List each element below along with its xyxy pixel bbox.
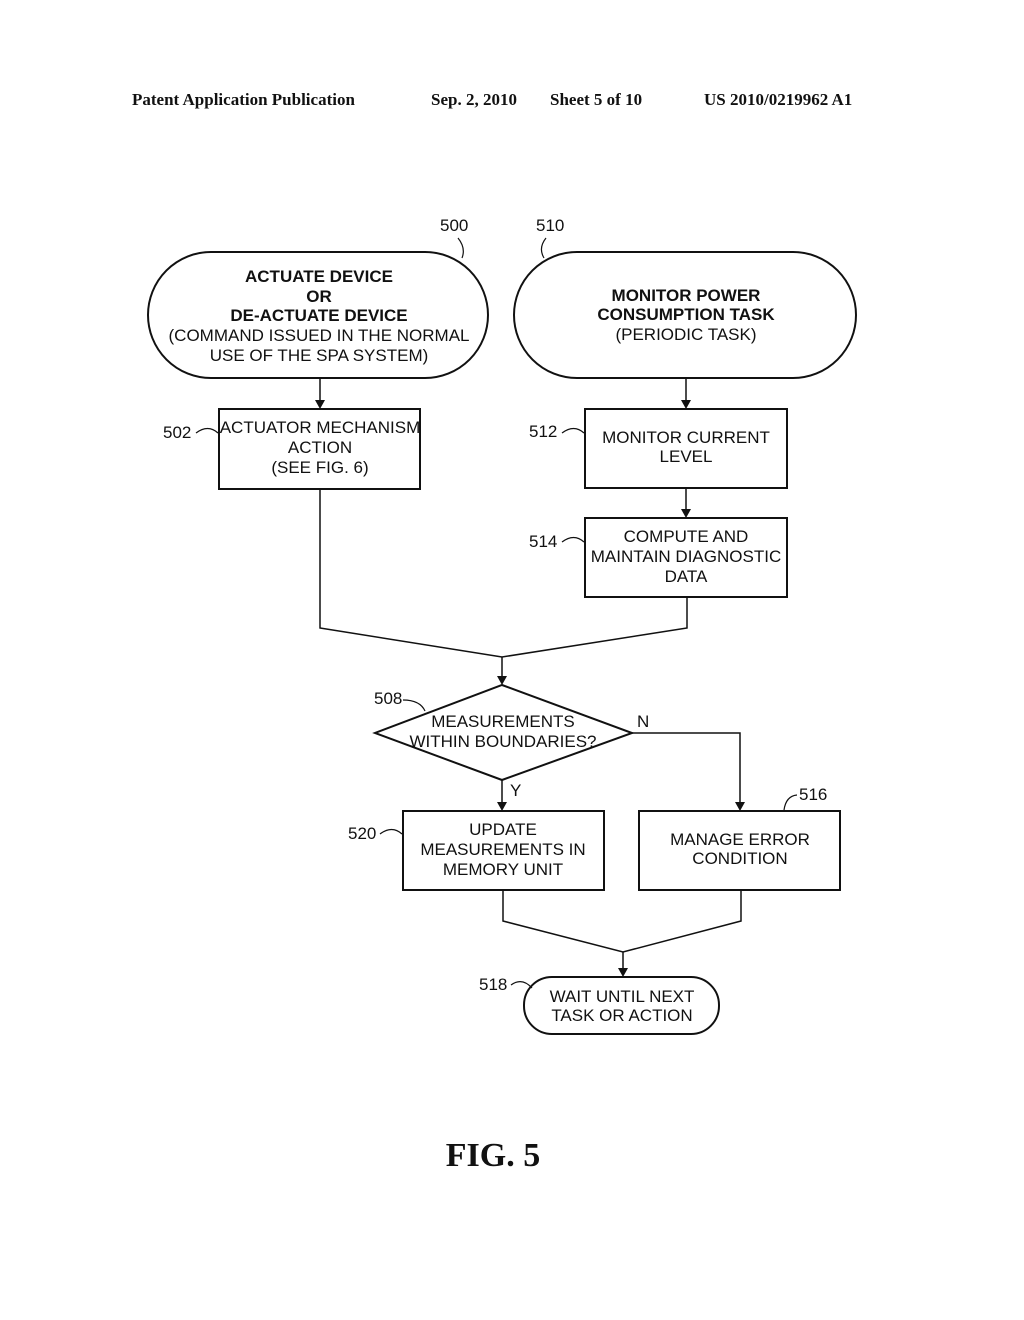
node-text: (PERIODIC TASK) [615, 325, 756, 344]
arrow-head [315, 400, 325, 409]
flowchart: ACTUATE DEVICE OR DE-ACTUATE DEVICE (COM… [147, 216, 857, 1174]
node-text: CONSUMPTION TASK [597, 305, 775, 324]
node-512-monitor-current: MONITOR CURRENT LEVEL [584, 408, 788, 489]
node-text: MAINTAIN DIAGNOSTIC [591, 547, 781, 566]
leader-line [379, 828, 403, 835]
node-text: (SEE FIG. 6) [271, 458, 368, 477]
no-connector [632, 732, 741, 803]
leader-line [510, 981, 533, 989]
ref-label-502: 502 [163, 423, 191, 442]
ref-label-514: 514 [529, 532, 557, 551]
node-502-actuator-mechanism: ACTUATOR MECHANISM ACTION (SEE FIG. 6) [218, 408, 421, 490]
node-text: COMPUTE AND [624, 527, 749, 546]
arrow-head [497, 676, 507, 685]
arrow-head [681, 509, 691, 518]
leader-line [561, 427, 585, 434]
arrow-head [681, 400, 691, 409]
node-text: DATA [665, 567, 708, 586]
node-510-monitor-power: MONITOR POWER CONSUMPTION TASK (PERIODIC… [513, 251, 857, 379]
arrow-head [497, 802, 507, 811]
node-text: CONDITION [692, 849, 787, 868]
node-text: LEVEL [660, 447, 713, 466]
arrow-head [618, 968, 628, 977]
node-508-decision: MEASUREMENTS WITHIN BOUNDARIES? [372, 683, 635, 782]
node-text: ACTUATE DEVICE [245, 267, 393, 286]
merge-connector [502, 890, 742, 953]
node-text: MEASUREMENTS IN [420, 840, 585, 859]
leader-line [540, 237, 547, 259]
ref-label-516: 516 [799, 785, 827, 804]
leader-line [457, 237, 464, 259]
no-branch-label: N [637, 712, 649, 731]
node-text: TASK OR ACTION [551, 1006, 692, 1025]
ref-label-520: 520 [348, 824, 376, 843]
node-text: MEMORY UNIT [443, 860, 563, 879]
node-text: MONITOR CURRENT [602, 428, 770, 447]
node-text: USE OF THE SPA SYSTEM) [210, 346, 429, 365]
leader-line [783, 794, 798, 811]
node-text: ACTION [288, 438, 352, 457]
node-text: OR [306, 287, 332, 306]
node-518-wait: WAIT UNTIL NEXT TASK OR ACTION [523, 976, 720, 1035]
node-text: MEASUREMENTS [431, 712, 575, 731]
ref-label-512: 512 [529, 422, 557, 441]
node-text: DE-ACTUATE DEVICE [230, 306, 407, 325]
leader-line [195, 427, 219, 434]
node-514-compute-diagnostic: COMPUTE AND MAINTAIN DIAGNOSTIC DATA [584, 517, 788, 598]
leader-line [402, 699, 426, 712]
figure-label: FIG. 5 [446, 1137, 540, 1174]
node-text: MONITOR POWER [612, 286, 761, 305]
node-516-manage-error: MANAGE ERROR CONDITION [638, 810, 841, 891]
node-500-actuate-device: ACTUATE DEVICE OR DE-ACTUATE DEVICE (COM… [147, 251, 489, 379]
node-text: (COMMAND ISSUED IN THE NORMAL [169, 326, 470, 345]
ref-label-508: 508 [374, 689, 402, 708]
node-text: ACTUATOR MECHANISM [220, 418, 421, 437]
ref-label-500: 500 [440, 216, 468, 235]
node-text: MANAGE ERROR [670, 830, 810, 849]
ref-label-518: 518 [479, 975, 507, 994]
arrow-head [735, 802, 745, 811]
node-text: WAIT UNTIL NEXT [550, 987, 695, 1006]
node-520-update-measurements: UPDATE MEASUREMENTS IN MEMORY UNIT [402, 810, 605, 891]
node-text: UPDATE [469, 820, 537, 839]
leader-line [561, 536, 585, 543]
node-text: WITHIN BOUNDARIES? [409, 732, 596, 751]
yes-branch-label: Y [510, 781, 521, 800]
ref-label-510: 510 [536, 216, 564, 235]
